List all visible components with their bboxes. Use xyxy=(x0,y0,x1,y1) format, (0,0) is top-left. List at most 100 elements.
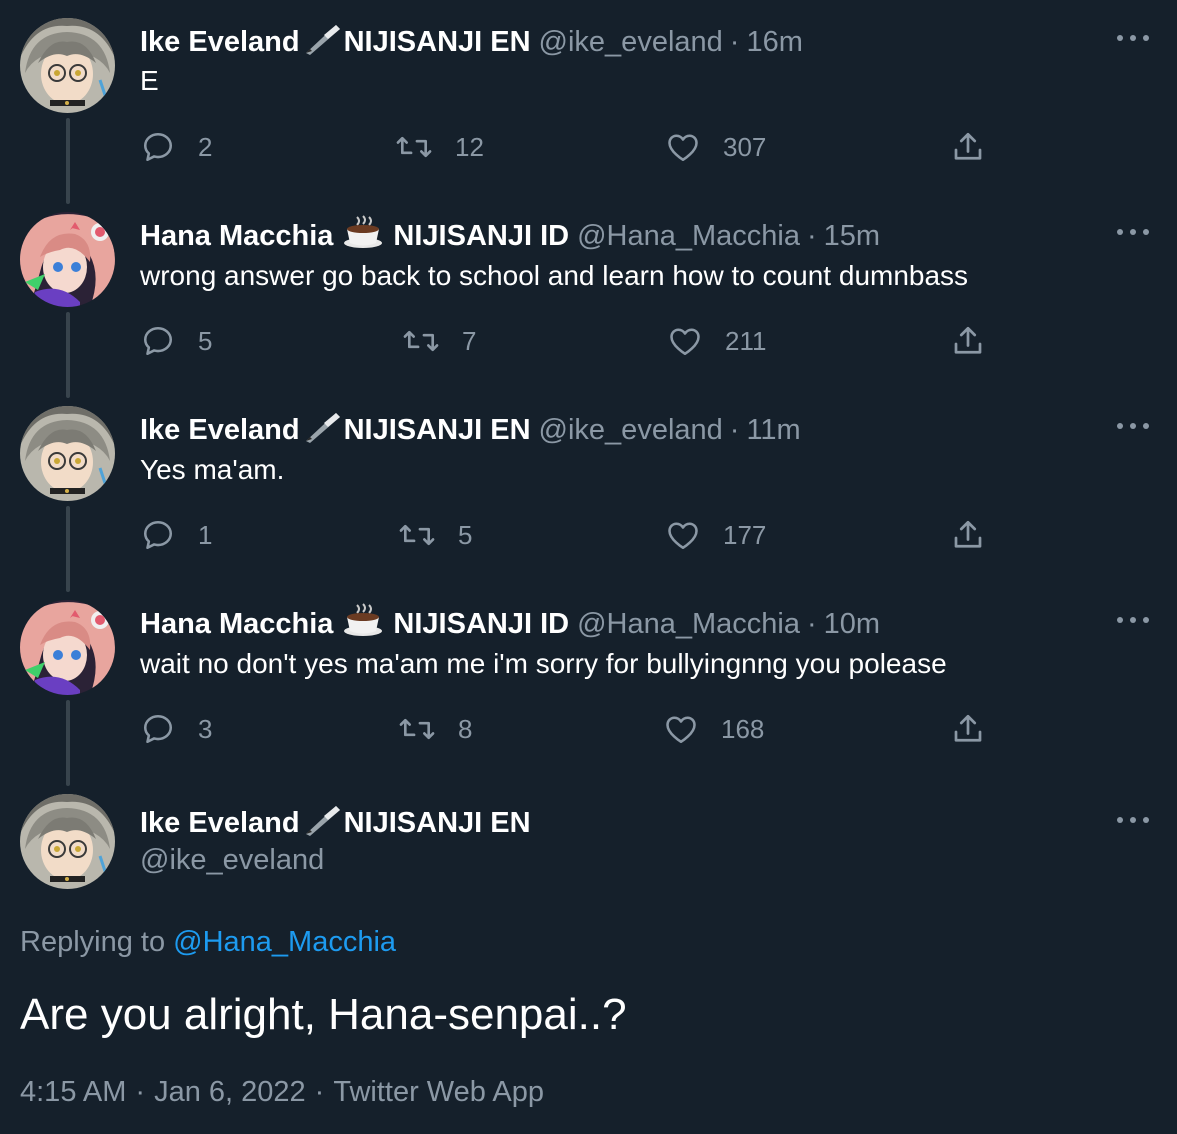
like-button[interactable]: 168 xyxy=(663,709,764,749)
quill-icon xyxy=(302,802,342,844)
tweet-header: Ike Eveland NIJISANJI EN @ike_eveland · … xyxy=(140,409,801,451)
tweet-text: Yes ma'am. xyxy=(140,454,285,485)
thread-line xyxy=(66,700,70,786)
reply-count: 1 xyxy=(198,519,213,550)
coffee-icon xyxy=(343,603,383,645)
share-button[interactable] xyxy=(950,127,1008,167)
avatar-hana[interactable] xyxy=(20,600,115,695)
tweet-text: wait no don't yes ma'am me i'm sorry for… xyxy=(140,648,947,679)
tweet-header: Ike Eveland NIJISANJI EN @ike_eveland · … xyxy=(140,21,803,63)
tweet-text: wrong answer go back to school and learn… xyxy=(140,260,969,291)
heart-icon xyxy=(668,134,698,162)
tweet-header: Hana Macchia NIJISANJI ID @Hana_Macchia … xyxy=(140,215,880,257)
retweet-button[interactable]: 7 xyxy=(402,321,476,361)
like-count: 177 xyxy=(723,519,767,550)
like-count: 211 xyxy=(725,325,767,356)
retweet-count: 12 xyxy=(455,131,484,162)
affiliation: NIJISANJI EN xyxy=(343,414,531,446)
retweet-icon xyxy=(399,718,435,740)
share-icon xyxy=(954,132,982,160)
share-icon xyxy=(954,714,982,742)
retweet-count: 7 xyxy=(462,325,477,356)
user-handle[interactable]: @Hana_Macchia xyxy=(577,219,800,253)
timestamp[interactable]: 15m xyxy=(824,219,880,253)
quill-icon xyxy=(302,409,342,451)
main-tweet-text: Are you alright, Hana-senpai..? xyxy=(20,990,627,1039)
user-handle[interactable]: @ike_eveland xyxy=(539,413,723,447)
retweet-button[interactable]: 12 xyxy=(395,127,484,167)
like-count: 307 xyxy=(723,131,767,162)
tweet-date[interactable]: Jan 6, 2022 xyxy=(154,1076,306,1108)
share-button[interactable] xyxy=(950,321,1008,361)
separator-dot: · xyxy=(806,220,817,252)
retweet-button[interactable]: 5 xyxy=(398,515,472,555)
like-button[interactable]: 307 xyxy=(665,127,766,167)
timestamp[interactable]: 10m xyxy=(824,607,880,641)
share-button[interactable] xyxy=(950,709,1008,749)
timestamp[interactable]: 16m xyxy=(746,25,802,59)
main-tweet-author: Ike Eveland NIJISANJI EN xyxy=(140,802,531,844)
affiliation: NIJISANJI EN xyxy=(343,807,531,839)
quill-icon xyxy=(302,21,342,63)
display-name[interactable]: Hana Macchia xyxy=(140,219,333,253)
tweet-meta: 4:15 AM · Jan 6, 2022 · Twitter Web App xyxy=(20,1074,544,1110)
display-name[interactable]: Ike Eveland xyxy=(140,25,300,59)
retweet-icon xyxy=(403,330,439,352)
thread-line xyxy=(66,312,70,398)
retweet-count: 5 xyxy=(458,519,473,550)
user-handle[interactable]: @ike_eveland xyxy=(140,843,324,877)
heart-icon xyxy=(666,716,696,744)
replying-prefix: Replying to xyxy=(20,926,166,958)
display-name[interactable]: Hana Macchia xyxy=(140,607,333,641)
separator-dot: · xyxy=(135,1076,146,1108)
user-handle[interactable]: @Hana_Macchia xyxy=(577,607,800,641)
more-options-icon[interactable] xyxy=(1117,421,1149,431)
retweet-icon xyxy=(399,524,435,546)
more-options-icon[interactable] xyxy=(1117,615,1149,625)
timestamp[interactable]: 11m xyxy=(746,413,800,447)
affiliation: NIJISANJI ID xyxy=(393,220,570,252)
like-button[interactable]: 177 xyxy=(665,515,766,555)
avatar-ike[interactable] xyxy=(20,18,115,113)
more-options-icon[interactable] xyxy=(1117,815,1149,825)
reply-count: 5 xyxy=(198,325,213,356)
thread-line xyxy=(66,118,70,204)
user-handle[interactable]: @ike_eveland xyxy=(539,25,723,59)
more-options-icon[interactable] xyxy=(1117,33,1149,43)
tweet-actions: 3 8 168 xyxy=(140,709,1000,749)
heart-icon xyxy=(668,522,698,550)
tweet-text: E xyxy=(140,65,159,96)
retweet-button[interactable]: 8 xyxy=(398,709,472,749)
reply-button[interactable]: 5 xyxy=(140,321,212,361)
share-icon xyxy=(954,326,982,354)
like-count: 168 xyxy=(721,713,765,744)
avatar-ike[interactable] xyxy=(20,794,115,889)
reply-icon xyxy=(143,520,173,550)
like-button[interactable]: 211 xyxy=(667,321,766,361)
reply-button[interactable]: 2 xyxy=(140,127,212,167)
tweet-actions: 1 5 177 xyxy=(140,515,1000,555)
display-name[interactable]: Ike Eveland xyxy=(140,806,300,840)
tweet-client[interactable]: Twitter Web App xyxy=(333,1076,544,1108)
heart-icon xyxy=(670,328,700,356)
separator-dot: · xyxy=(729,414,740,446)
more-options-icon[interactable] xyxy=(1117,227,1149,237)
reply-count: 2 xyxy=(198,131,213,162)
replying-handle-link[interactable]: @Hana_Macchia xyxy=(173,926,396,958)
tweet-actions: 5 7 211 xyxy=(140,321,1000,361)
affiliation: NIJISANJI EN xyxy=(343,26,531,58)
reply-button[interactable]: 1 xyxy=(140,515,212,555)
reply-icon xyxy=(143,326,173,356)
share-button[interactable] xyxy=(950,515,1008,555)
separator-dot: · xyxy=(729,26,740,58)
tweet-actions: 2 12 307 xyxy=(140,127,1000,167)
avatar-hana[interactable] xyxy=(20,212,115,307)
display-name[interactable]: Ike Eveland xyxy=(140,413,300,447)
retweet-icon xyxy=(396,136,432,158)
coffee-icon xyxy=(343,215,383,257)
retweet-count: 8 xyxy=(458,713,473,744)
avatar-ike[interactable] xyxy=(20,406,115,501)
tweet-time[interactable]: 4:15 AM xyxy=(20,1076,126,1108)
reply-button[interactable]: 3 xyxy=(140,709,212,749)
tweet-header: Hana Macchia NIJISANJI ID @Hana_Macchia … xyxy=(140,603,880,645)
